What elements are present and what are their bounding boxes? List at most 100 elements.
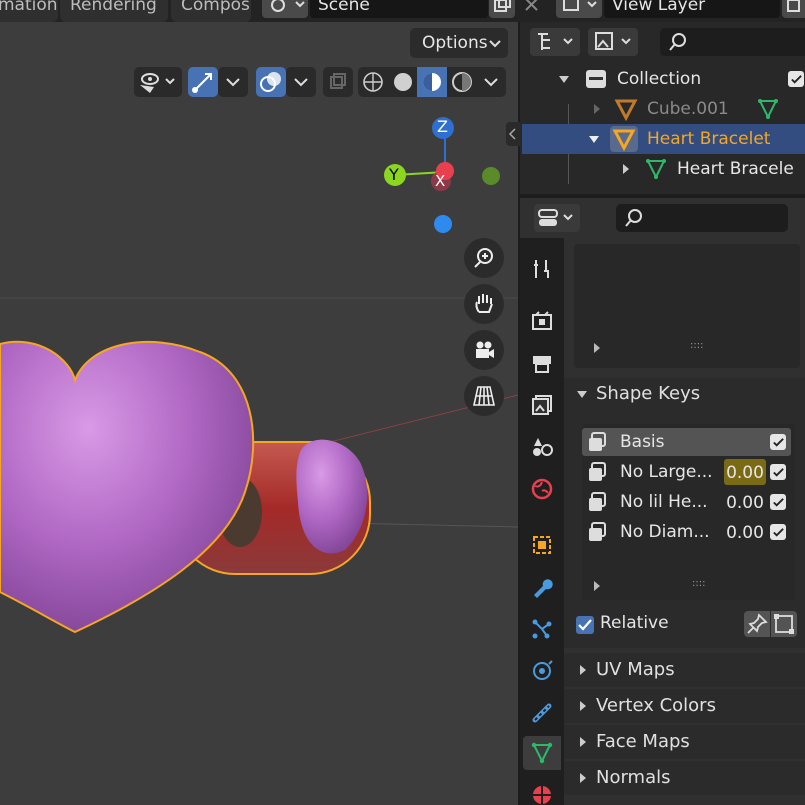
zoom-button[interactable] xyxy=(464,238,504,278)
check-icon xyxy=(772,527,784,537)
expand-right-icon xyxy=(580,701,586,711)
display-mode-dropdown[interactable] xyxy=(530,28,580,56)
outliner-row-collection[interactable]: Collection xyxy=(520,64,805,94)
copy-icon xyxy=(494,0,511,12)
editor-type-dropdown[interactable] xyxy=(534,204,580,232)
shape-key-mute-checkbox[interactable] xyxy=(770,434,786,450)
expand-right-icon[interactable] xyxy=(592,103,602,115)
scene-browse-button[interactable] xyxy=(262,0,308,18)
view-layer-browse-button[interactable] xyxy=(556,0,602,18)
edit-mode-button[interactable] xyxy=(771,611,797,637)
remove-scene-button[interactable] xyxy=(521,0,543,18)
tab-tool[interactable] xyxy=(523,252,561,286)
resize-grip[interactable]: :::: xyxy=(692,578,705,589)
shape-key-name: No Large... xyxy=(620,462,713,482)
shape-key-name: No lil He... xyxy=(620,492,708,512)
shape-key-row-no-lil-heart[interactable]: No lil He... 0.00 xyxy=(582,488,791,516)
perspective-toggle-button[interactable] xyxy=(464,376,504,416)
tab-view-layer[interactable] xyxy=(523,388,561,422)
panel-title: Face Maps xyxy=(596,731,690,752)
shape-key-mute-checkbox[interactable] xyxy=(770,494,786,510)
expand-down-icon[interactable] xyxy=(558,73,570,85)
outliner: Collection Cube.001 Heart Bracelet Heart… xyxy=(520,22,805,194)
resize-grip[interactable]: :::: xyxy=(690,340,703,351)
copy-icon xyxy=(787,0,800,12)
shape-key-value-field[interactable]: 0.00 xyxy=(724,489,766,515)
uv-maps-header[interactable]: UV Maps xyxy=(564,653,805,687)
camera-view-button[interactable] xyxy=(464,330,504,370)
shape-key-row-no-diamond[interactable]: No Diam... 0.00 xyxy=(582,518,791,546)
sidebar-toggle[interactable] xyxy=(506,122,520,146)
collection-exclude-checkbox[interactable] xyxy=(788,71,804,87)
outliner-row-heart-mesh[interactable]: Heart Bracele xyxy=(520,154,805,184)
view-layer-name-field[interactable]: View Layer xyxy=(604,0,780,18)
tab-scene[interactable] xyxy=(523,430,561,464)
tab-render[interactable] xyxy=(523,304,561,338)
tab-world[interactable] xyxy=(523,472,561,506)
shape-keys-title: Shape Keys xyxy=(596,383,701,404)
scene-icon xyxy=(533,438,553,456)
mesh-object-icon xyxy=(612,129,636,151)
heart-mesh-label: Heart Bracele xyxy=(677,159,794,179)
scene-icon xyxy=(271,0,305,12)
image-filter-icon xyxy=(595,32,631,50)
vertex-colors-header[interactable]: Vertex Colors xyxy=(564,689,805,723)
mesh-data-icon xyxy=(646,159,666,180)
expand-down-icon[interactable] xyxy=(588,133,600,145)
shape-key-row-basis[interactable]: Basis xyxy=(582,428,791,456)
3d-viewport[interactable]: Options Z Y X xyxy=(0,22,518,805)
relative-toggle[interactable]: Relative xyxy=(576,613,716,637)
pin-icon xyxy=(747,613,768,634)
outliner-search-input[interactable] xyxy=(660,28,805,56)
relative-checkbox[interactable] xyxy=(576,616,594,634)
face-maps-header[interactable]: Face Maps xyxy=(564,725,805,759)
tab-output[interactable] xyxy=(523,346,561,380)
shape-key-mute-checkbox[interactable] xyxy=(770,464,786,480)
shape-key-mute-checkbox[interactable] xyxy=(770,524,786,540)
expand-right-icon[interactable] xyxy=(621,163,631,175)
expand-down-icon xyxy=(577,391,587,398)
gizmo-z-label: Z xyxy=(437,117,448,136)
mesh-object-icon xyxy=(614,99,638,121)
shape-keys-header[interactable]: Shape Keys xyxy=(564,377,805,411)
pin-button[interactable] xyxy=(744,611,770,637)
check-icon xyxy=(772,437,784,447)
shape-key-value-field[interactable]: 0.00 xyxy=(724,459,766,485)
new-view-layer-button[interactable] xyxy=(782,0,805,18)
shape-key-row-no-large[interactable]: No Large... 0.00 xyxy=(582,458,791,486)
close-icon xyxy=(525,0,538,11)
tool-icon xyxy=(534,260,549,278)
expand-right-icon[interactable] xyxy=(592,342,602,354)
tab-material[interactable] xyxy=(523,778,561,805)
constraints-icon xyxy=(532,703,552,723)
outliner-row-heart-bracelet[interactable]: Heart Bracelet xyxy=(522,124,805,154)
tab-particles[interactable] xyxy=(523,612,561,646)
outliner-row-cube[interactable]: Cube.001 xyxy=(520,94,805,124)
properties-icon xyxy=(538,209,573,226)
tab-modifiers[interactable] xyxy=(523,570,561,604)
tab-compositing[interactable]: Compos xyxy=(171,0,251,22)
filter-dropdown[interactable] xyxy=(588,28,638,56)
view-layer-icon xyxy=(563,0,597,11)
scene-name-field[interactable]: Scene xyxy=(310,0,488,18)
tab-label: mation xyxy=(0,0,58,15)
tab-rendering[interactable]: Rendering xyxy=(60,0,168,22)
render-icon xyxy=(532,311,552,330)
tab-object[interactable] xyxy=(523,528,561,562)
tab-animation[interactable]: mation xyxy=(0,0,58,22)
tab-mesh-data[interactable] xyxy=(523,736,561,770)
properties-search-input[interactable] xyxy=(616,204,788,232)
shape-key-icon xyxy=(589,522,606,541)
new-scene-button[interactable] xyxy=(489,0,515,18)
panel-title: UV Maps xyxy=(596,659,675,680)
normals-header[interactable]: Normals xyxy=(564,761,805,795)
tab-physics[interactable] xyxy=(523,654,561,688)
scene-name: Scene xyxy=(318,0,370,15)
upper-list-box: :::: xyxy=(574,244,800,368)
wrench-icon xyxy=(534,579,553,598)
panel-title: Vertex Colors xyxy=(596,695,716,716)
tab-constraints[interactable] xyxy=(523,696,561,730)
shape-key-value-field[interactable]: 0.00 xyxy=(724,519,766,545)
expand-right-icon[interactable] xyxy=(592,580,602,592)
pan-button[interactable] xyxy=(464,284,504,324)
